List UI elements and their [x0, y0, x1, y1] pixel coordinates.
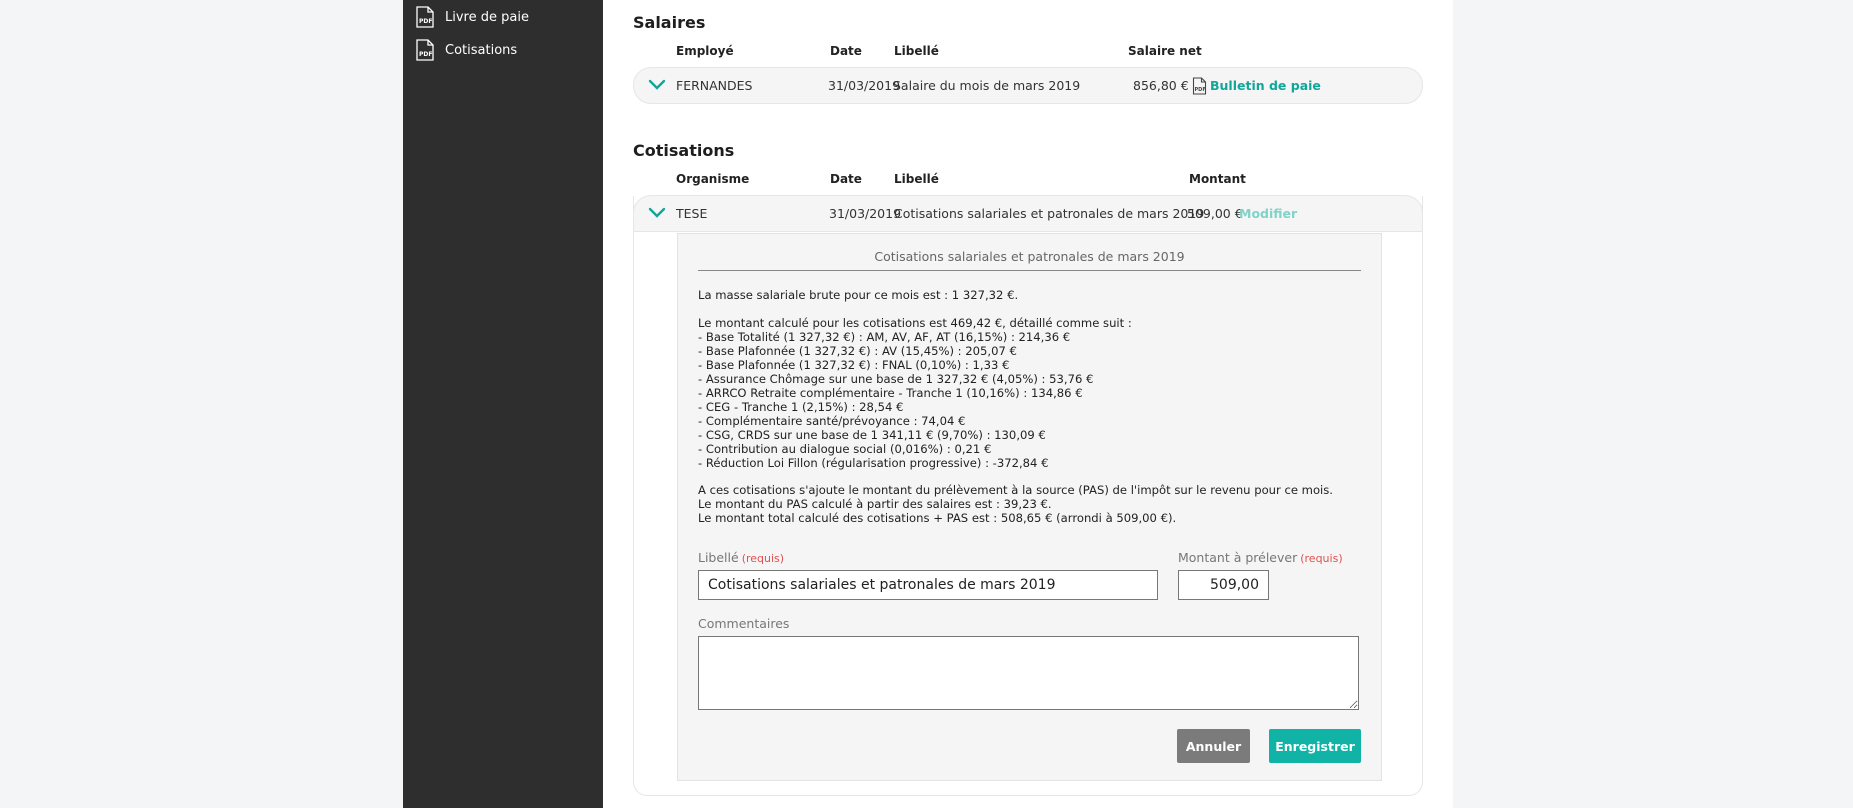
cancel-button[interactable]: Annuler: [1177, 729, 1250, 763]
montant-label-text: Montant à prélever: [1178, 550, 1298, 565]
chevron-down-icon[interactable]: [648, 206, 666, 220]
detail-line: - Base Plafonnée (1 327,32 €) : FNAL (0,…: [698, 358, 1010, 372]
svg-text:PDF: PDF: [1195, 87, 1206, 93]
svg-text:PDF: PDF: [419, 18, 432, 25]
libelle-label: Libellé (requis): [698, 550, 784, 565]
montant-calcule-block: Le montant calculé pour les cotisations …: [698, 316, 1361, 470]
required-marker: (requis): [1300, 552, 1343, 565]
main-content: Salaires Employé Date Libellé Salaire ne…: [603, 0, 1453, 808]
detail-line: - Base Totalité (1 327,32 €) : AM, AV, A…: [698, 330, 1071, 344]
detail-line: - Assurance Chômage sur une base de 1 32…: [698, 372, 1094, 386]
pas-line: Le montant total calculé des cotisations…: [698, 511, 1177, 525]
cotisation-libelle: Cotisations salariales et patronales de …: [894, 206, 1205, 221]
col-header-libelle: Libellé: [894, 172, 939, 186]
cotisations-title: Cotisations: [633, 141, 735, 160]
cotisation-montant: 509,00 €: [1187, 206, 1243, 221]
sidebar: PDF Livre de paie PDF Cotisations: [403, 0, 603, 808]
masse-salariale-text: La masse salariale brute pour ce mois es…: [698, 288, 1019, 302]
cotisation-row[interactable]: TESE 31/03/2019 Cotisations salariales e…: [633, 195, 1423, 232]
modifier-link[interactable]: Modifier: [1239, 196, 1297, 232]
salaire-row[interactable]: FERNANDES 31/03/2019 Salaire du mois de …: [633, 67, 1423, 104]
detail-line: - CSG, CRDS sur une base de 1 341,11 € (…: [698, 428, 1046, 442]
pdf-file-icon: PDF: [415, 6, 435, 28]
salaires-title: Salaires: [633, 13, 706, 32]
save-button[interactable]: Enregistrer: [1269, 729, 1361, 763]
montant-input[interactable]: [1178, 570, 1269, 600]
libelle-input[interactable]: [698, 570, 1158, 600]
pas-block: A ces cotisations s'ajoute le montant du…: [698, 483, 1361, 525]
col-header-employe: Employé: [676, 44, 734, 58]
cotisation-organisme: TESE: [676, 206, 708, 221]
montant-label: Montant à prélever (requis): [1178, 550, 1343, 565]
col-header-organisme: Organisme: [676, 172, 750, 186]
detail-line: - ARRCO Retraite complémentaire - Tranch…: [698, 386, 1083, 400]
col-header-libelle: Libellé: [894, 44, 939, 58]
detail-line: - Réduction Loi Fillon (régularisation p…: [698, 456, 1049, 470]
libelle-label-text: Libellé: [698, 550, 739, 565]
salaire-employe: FERNANDES: [676, 78, 753, 93]
cotisation-detail-panel: Cotisations salariales et patronales de …: [677, 233, 1382, 781]
sidebar-item-label: Livre de paie: [445, 9, 529, 25]
detail-line: - CEG - Tranche 1 (2,15%) : 28,54 €: [698, 400, 904, 414]
salaire-net: 856,80 €: [1133, 78, 1189, 93]
pas-line: A ces cotisations s'ajoute le montant du…: [698, 483, 1333, 497]
detail-line: - Complémentaire santé/prévoyance : 74,0…: [698, 414, 966, 428]
col-header-date: Date: [830, 44, 862, 58]
detail-line: - Contribution au dialogue social (0,016…: [698, 442, 992, 456]
sidebar-item-livre-de-paie[interactable]: PDF Livre de paie: [415, 4, 529, 30]
commentaires-textarea[interactable]: [698, 636, 1359, 710]
bulletin-de-paie-label: Bulletin de paie: [1210, 78, 1321, 93]
commentaires-label: Commentaires: [698, 616, 790, 631]
salaire-date: 31/03/2019: [828, 78, 901, 93]
chevron-down-icon[interactable]: [648, 78, 666, 92]
detail-title: Cotisations salariales et patronales de …: [698, 249, 1361, 271]
sidebar-item-cotisations[interactable]: PDF Cotisations: [415, 37, 517, 63]
detail-line: Le montant calculé pour les cotisations …: [698, 316, 1132, 330]
col-header-salaire-net: Salaire net: [1128, 44, 1202, 58]
svg-text:PDF: PDF: [419, 51, 432, 58]
detail-line: - Base Plafonnée (1 327,32 €) : AV (15,4…: [698, 344, 1017, 358]
sidebar-item-label: Cotisations: [445, 42, 518, 58]
cotisation-date: 31/03/2019: [829, 206, 902, 221]
pas-line: Le montant du PAS calculé à partir des s…: [698, 497, 1052, 511]
pdf-file-icon: PDF: [1192, 77, 1207, 95]
col-header-montant: Montant: [1189, 172, 1246, 186]
bulletin-de-paie-link[interactable]: PDF Bulletin de paie: [1192, 68, 1321, 104]
required-marker: (requis): [741, 552, 785, 565]
salaire-libelle: Salaire du mois de mars 2019: [893, 78, 1081, 93]
col-header-date: Date: [830, 172, 862, 186]
page-container: PDF Livre de paie PDF Cotisations Salair…: [403, 0, 1453, 808]
pdf-file-icon: PDF: [415, 39, 435, 61]
